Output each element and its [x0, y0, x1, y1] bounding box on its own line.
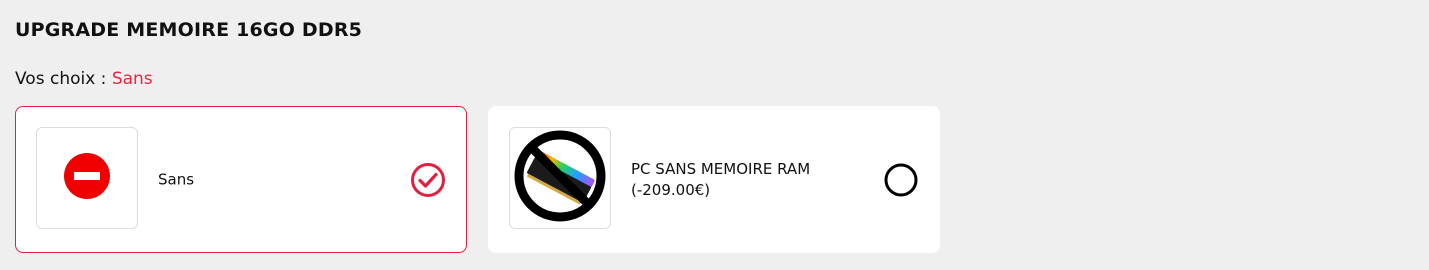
section-title: UPGRADE MEMOIRE 16GO DDR5 [15, 19, 363, 41]
radio-unselected-icon[interactable] [883, 162, 919, 198]
option-label: Sans [158, 170, 195, 188]
option-price: (-209.00€) [631, 180, 711, 199]
option-card-sans[interactable]: Sans [15, 106, 467, 253]
choice-label: Vos choix : [15, 69, 107, 89]
no-entry-icon [63, 152, 111, 204]
no-ram-icon [511, 127, 609, 229]
option-thumbnail [509, 127, 611, 229]
options-list: Sans PC SANS MEMOIRE RAM (-209.00€) [15, 106, 940, 253]
choice-value: Sans [111, 69, 153, 89]
current-choice: Vos choix : Sans [15, 69, 153, 89]
option-label-text: PC SANS MEMOIRE RAM [631, 159, 811, 178]
option-thumbnail [36, 127, 138, 229]
option-card-pc-sans-memoire[interactable]: PC SANS MEMOIRE RAM (-209.00€) [488, 106, 940, 253]
option-label: PC SANS MEMOIRE RAM (-209.00€) [631, 159, 810, 201]
selected-check-icon[interactable] [410, 162, 446, 198]
